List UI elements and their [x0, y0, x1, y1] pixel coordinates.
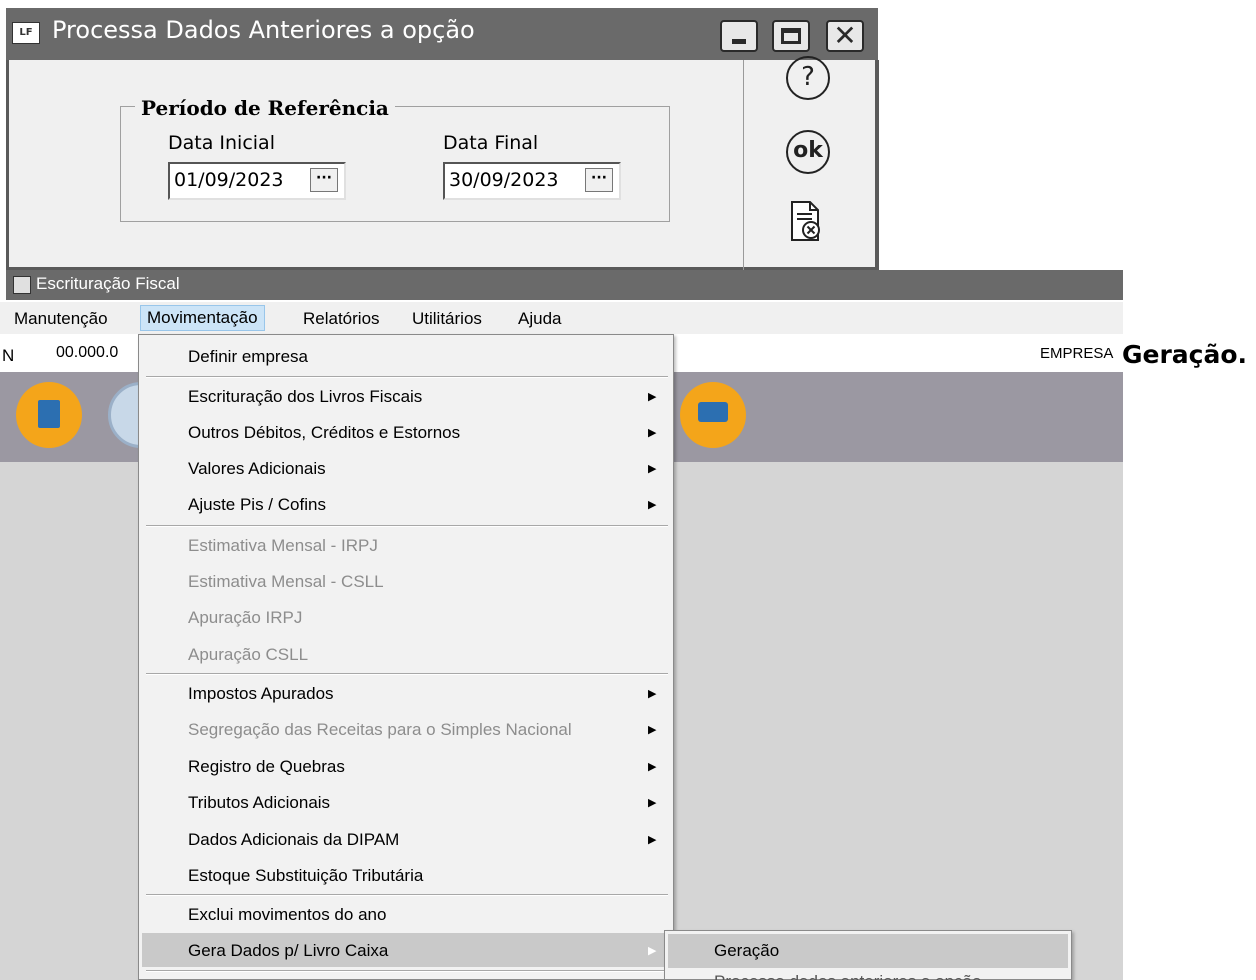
- menu-item-dados-dipam[interactable]: Dados Adicionais da DIPAM: [188, 830, 399, 850]
- main-window-title: Escrituração Fiscal: [36, 274, 180, 293]
- submenu-arrow-icon: ▶: [648, 944, 657, 957]
- help-icon[interactable]: ?: [786, 56, 830, 100]
- menu-item-estimativa-irpj: Estimativa Mensal - IRPJ: [188, 536, 378, 555]
- menu-separator: [146, 970, 668, 972]
- submenu-arrow-icon: ▶: [648, 760, 657, 773]
- data-inicial-value: 01/09/2023: [174, 169, 284, 191]
- menu-item-gera-livro-caixa[interactable]: Gera Dados p/ Livro Caixa: [188, 941, 388, 961]
- menu-manutencao[interactable]: Manutenção: [6, 307, 114, 331]
- menu-movimentacao[interactable]: Movimentação: [140, 305, 265, 331]
- submenu-arrow-icon: ▶: [648, 462, 657, 475]
- data-final-picker-button[interactable]: ···: [585, 168, 613, 192]
- submenu-item-geracao[interactable]: Geração: [714, 941, 779, 961]
- menu-item-apuracao-irpj: Apuração IRPJ: [188, 608, 303, 627]
- menu-item-registro-quebras[interactable]: Registro de Quebras: [188, 757, 345, 777]
- menu-item-impostos-apurados[interactable]: Impostos Apurados: [188, 684, 334, 704]
- data-final-field[interactable]: 30/09/2023 ···: [443, 162, 621, 200]
- main-app-icon: [13, 276, 31, 294]
- menu-item-escrituracao-livros[interactable]: Escrituração dos Livros Fiscais: [188, 387, 422, 407]
- data-inicial-field[interactable]: 01/09/2023 ···: [168, 162, 346, 200]
- data-final-label: Data Final: [443, 132, 539, 154]
- menu-separator: [146, 525, 668, 527]
- menu-item-tributos-adicionais[interactable]: Tributos Adicionais: [188, 793, 330, 813]
- menu-item-definir-empresa[interactable]: Definir empresa: [188, 347, 308, 367]
- menu-ajuda[interactable]: Ajuda: [512, 307, 567, 331]
- submenu-arrow-icon: ▶: [648, 723, 657, 736]
- menu-item-valores-adicionais[interactable]: Valores Adicionais: [188, 459, 326, 479]
- periodo-group-title: Período de Referência: [135, 96, 395, 120]
- menu-utilitarios[interactable]: Utilitários: [406, 307, 488, 331]
- infobar-prefix: N: [2, 346, 15, 365]
- overlay-annotation: Geração.: [1122, 340, 1248, 369]
- menu-item-outros-debitos[interactable]: Outros Débitos, Créditos e Estornos: [188, 423, 460, 443]
- menu-separator: [146, 673, 668, 675]
- submenu-arrow-icon: ▶: [648, 687, 657, 700]
- main-titlebar: Escrituração Fiscal: [6, 270, 1123, 300]
- dialog-right-border: [876, 60, 879, 270]
- app-logo-icon: LF: [12, 22, 40, 44]
- menubar: Manutenção Movimentação Relatórios Utili…: [0, 302, 1123, 334]
- close-icon: ✕: [833, 19, 857, 52]
- submenu-item-processa-dados[interactable]: Processa dados anteriores a opção: [714, 972, 994, 980]
- submenu-arrow-icon: ▶: [648, 796, 657, 809]
- menu-relatorios[interactable]: Relatórios: [297, 307, 386, 331]
- company-name: EMPRESA: [1040, 345, 1114, 362]
- dialog-title: Processa Dados Anteriores a opção: [52, 16, 475, 44]
- company-cnpj: 00.000.0: [56, 344, 119, 361]
- menu-item-ajuste-pis-cofins[interactable]: Ajuste Pis / Cofins: [188, 495, 326, 515]
- menu-item-estimativa-csll: Estimativa Mensal - CSLL: [188, 572, 384, 591]
- building-icon[interactable]: [16, 382, 82, 448]
- submenu-arrow-icon: ▶: [648, 833, 657, 846]
- menu-item-segregacao-receitas: Segregação das Receitas para o Simples N…: [188, 720, 572, 739]
- chat-help-icon[interactable]: [680, 382, 746, 448]
- data-final-value: 30/09/2023: [449, 169, 559, 191]
- submenu-arrow-icon: ▶: [648, 498, 657, 511]
- maximize-button[interactable]: [772, 20, 810, 52]
- menu-separator: [146, 894, 668, 896]
- submenu-arrow-icon: ▶: [648, 390, 657, 403]
- dialog-side-divider: [743, 60, 744, 270]
- menu-item-estoque-st[interactable]: Estoque Substituição Tributária: [188, 866, 423, 886]
- ok-icon[interactable]: ok: [786, 130, 830, 174]
- close-button[interactable]: ✕: [826, 19, 864, 52]
- cancel-document-icon[interactable]: [790, 200, 822, 242]
- minimize-button[interactable]: [720, 20, 758, 52]
- menu-item-exclui-movimentos[interactable]: Exclui movimentos do ano: [188, 905, 386, 925]
- submenu-arrow-icon: ▶: [648, 426, 657, 439]
- data-inicial-label: Data Inicial: [168, 132, 275, 154]
- data-inicial-picker-button[interactable]: ···: [310, 168, 338, 192]
- menu-item-apuracao-csll: Apuração CSLL: [188, 645, 309, 664]
- menu-separator: [146, 376, 668, 378]
